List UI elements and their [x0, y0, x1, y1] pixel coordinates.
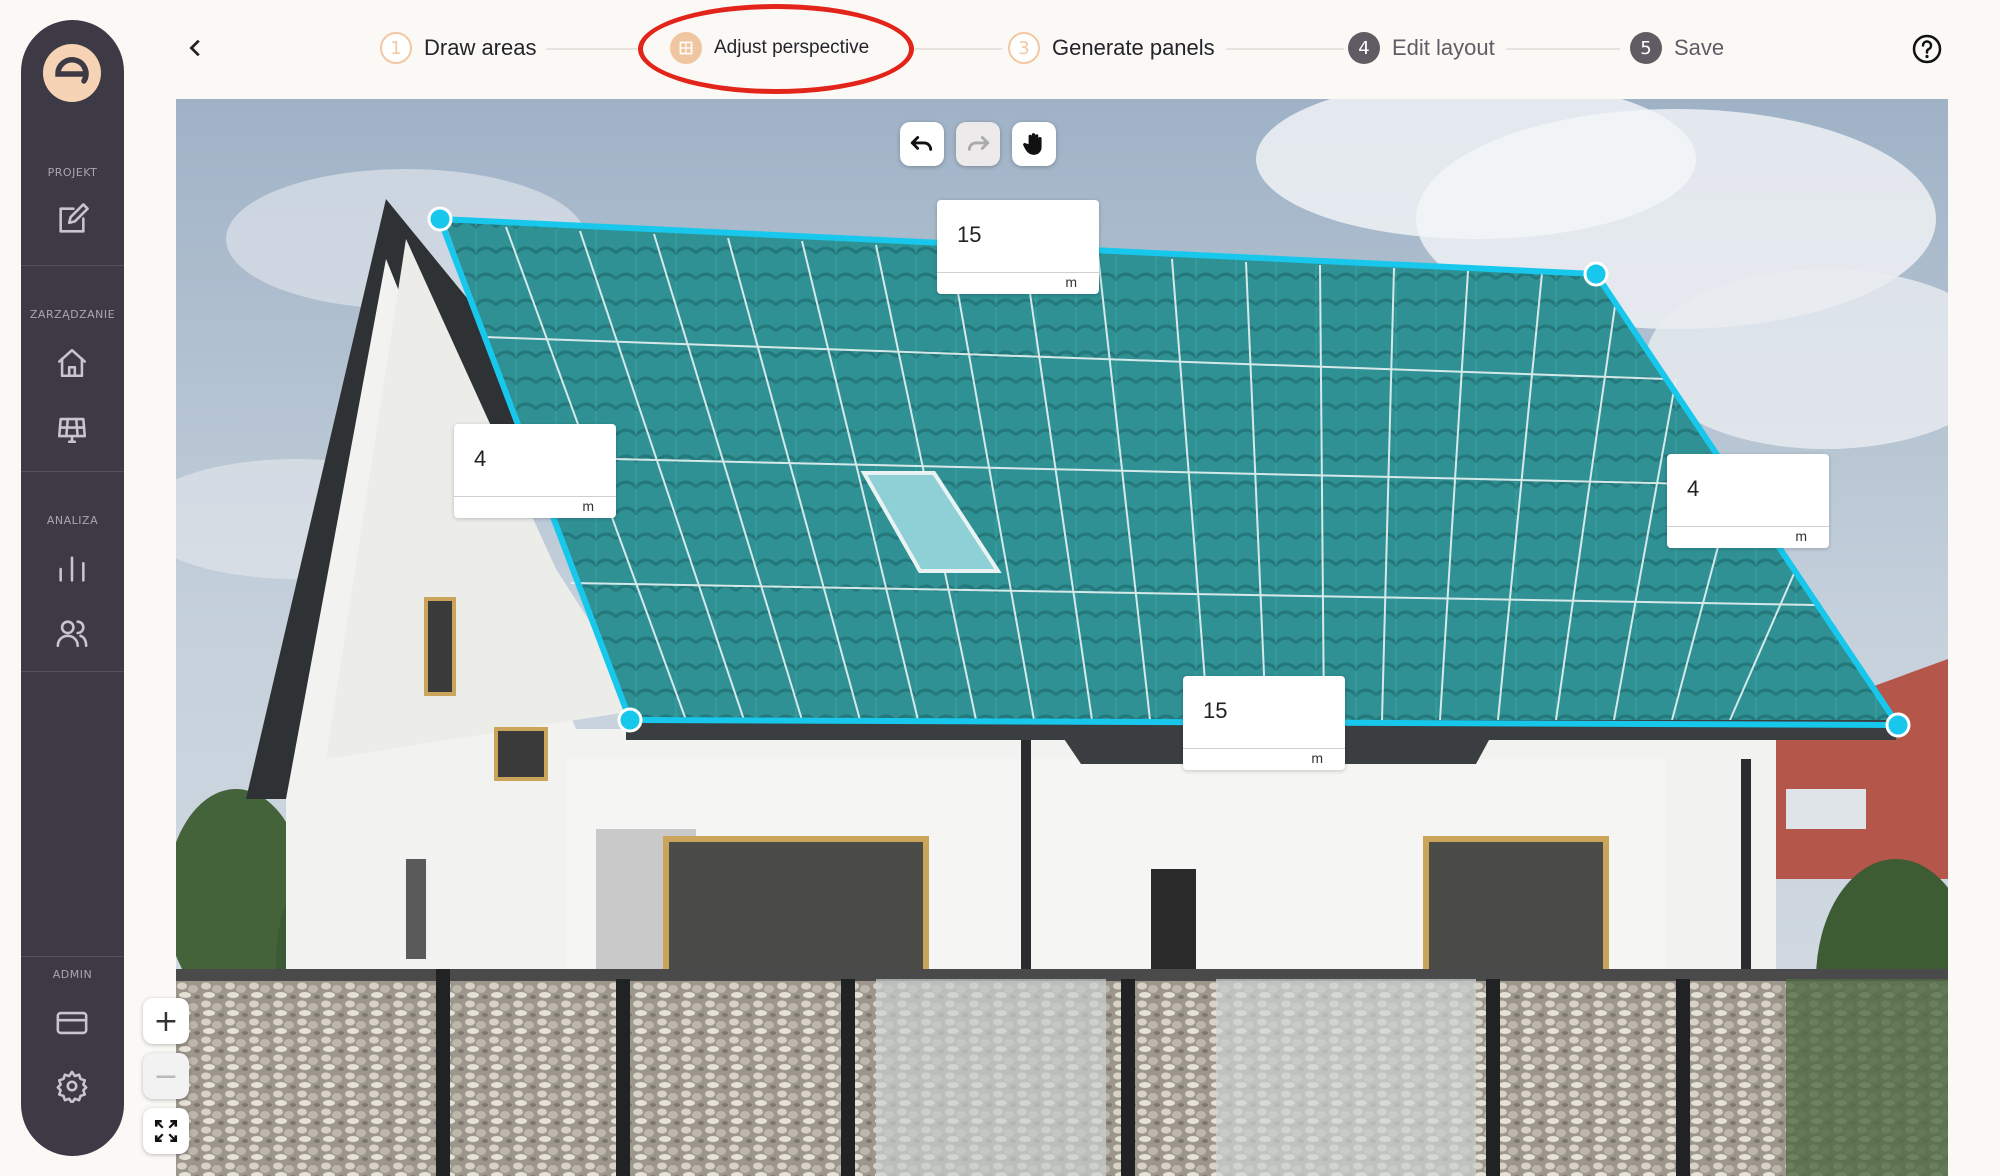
- section-label-admin: ADMIN: [52, 968, 93, 981]
- corner-handle: [617, 707, 643, 733]
- card-icon[interactable]: [51, 1002, 93, 1044]
- step-edit-layout[interactable]: 4 Edit layout: [1348, 28, 1495, 68]
- back-button[interactable]: [180, 32, 212, 64]
- dimension-unit: m: [1795, 528, 1807, 544]
- help-icon[interactable]: [1911, 33, 1943, 65]
- edit-icon[interactable]: [51, 199, 93, 241]
- step-number: 3: [1008, 32, 1040, 64]
- users-icon[interactable]: [51, 612, 93, 654]
- divider: [1183, 748, 1345, 749]
- undo-icon: [910, 136, 933, 151]
- app-logo[interactable]: [41, 42, 103, 104]
- step-connector: [1226, 48, 1344, 50]
- step-number: 5: [1630, 32, 1662, 64]
- divider: [21, 956, 124, 957]
- dimension-unit: m: [1311, 750, 1323, 766]
- step-save[interactable]: 5 Save: [1630, 28, 1724, 68]
- divider: [937, 272, 1099, 273]
- undo-button[interactable]: [900, 122, 944, 166]
- dimension-value[interactable]: 4: [1687, 476, 1699, 502]
- pan-tool-button[interactable]: [1012, 122, 1056, 166]
- step-label: Draw areas: [424, 35, 537, 60]
- dimension-input-top[interactable]: 15 m: [937, 200, 1099, 294]
- step-connector: [914, 48, 1002, 50]
- sidebar: PROJEKT ZARZĄDZANIE ANALIZA ADMIN: [21, 20, 124, 1156]
- section-label-zarzadzanie: ZARZĄDZANIE: [29, 308, 116, 321]
- step-label: Adjust perspective: [714, 37, 870, 58]
- dimension-value[interactable]: 15: [957, 222, 981, 248]
- section-label-analiza: ANALIZA: [46, 514, 99, 527]
- step-label: Generate panels: [1052, 35, 1215, 60]
- dimension-input-bottom[interactable]: 15 m: [1183, 676, 1345, 770]
- solar-grid-icon[interactable]: [51, 408, 93, 450]
- divider: [21, 265, 124, 266]
- step-connector: [546, 48, 638, 50]
- fit-screen-button[interactable]: [143, 1108, 189, 1154]
- divider: [21, 671, 124, 672]
- step-connector: [1506, 48, 1620, 50]
- chevron-left-icon: [189, 39, 200, 57]
- dimension-unit: m: [582, 498, 594, 514]
- step-draw-areas[interactable]: 1 Draw areas: [380, 28, 536, 68]
- corner-handle: [1885, 712, 1911, 738]
- dimension-unit: m: [1065, 274, 1077, 290]
- settings-icon[interactable]: [51, 1065, 93, 1107]
- step-adjust-perspective[interactable]: Adjust perspective: [670, 28, 869, 68]
- hand-icon: [1023, 133, 1042, 155]
- plus-icon: +: [153, 1003, 179, 1039]
- bar-chart-icon[interactable]: [51, 548, 93, 590]
- dimension-input-right[interactable]: 4 m: [1667, 454, 1829, 548]
- dimension-value[interactable]: 4: [474, 446, 486, 472]
- step-label: Edit layout: [1392, 35, 1495, 60]
- dimension-input-left[interactable]: 4 m: [454, 424, 616, 518]
- step-label: Save: [1674, 35, 1725, 60]
- step-number: 1: [380, 32, 412, 64]
- redo-icon: [967, 136, 990, 151]
- divider: [21, 471, 124, 472]
- section-label-projekt: PROJEKT: [47, 166, 98, 179]
- step-generate-panels[interactable]: 3 Generate panels: [1008, 28, 1215, 68]
- zoom-out-button[interactable]: −: [143, 1053, 189, 1099]
- divider: [454, 496, 616, 497]
- corner-handle: [1583, 261, 1609, 287]
- minus-icon: −: [153, 1058, 179, 1094]
- redo-button[interactable]: [956, 122, 1000, 166]
- zoom-in-button[interactable]: +: [143, 998, 189, 1044]
- fullscreen-icon: [154, 1119, 178, 1143]
- home-icon[interactable]: [51, 342, 93, 384]
- perspective-icon: [670, 32, 702, 64]
- step-number: 4: [1348, 32, 1380, 64]
- divider: [1667, 526, 1829, 527]
- dimension-value[interactable]: 15: [1203, 698, 1227, 724]
- corner-handle: [427, 206, 453, 232]
- image-canvas[interactable]: 15 m 4 m 4 m 15 m: [176, 99, 1948, 1176]
